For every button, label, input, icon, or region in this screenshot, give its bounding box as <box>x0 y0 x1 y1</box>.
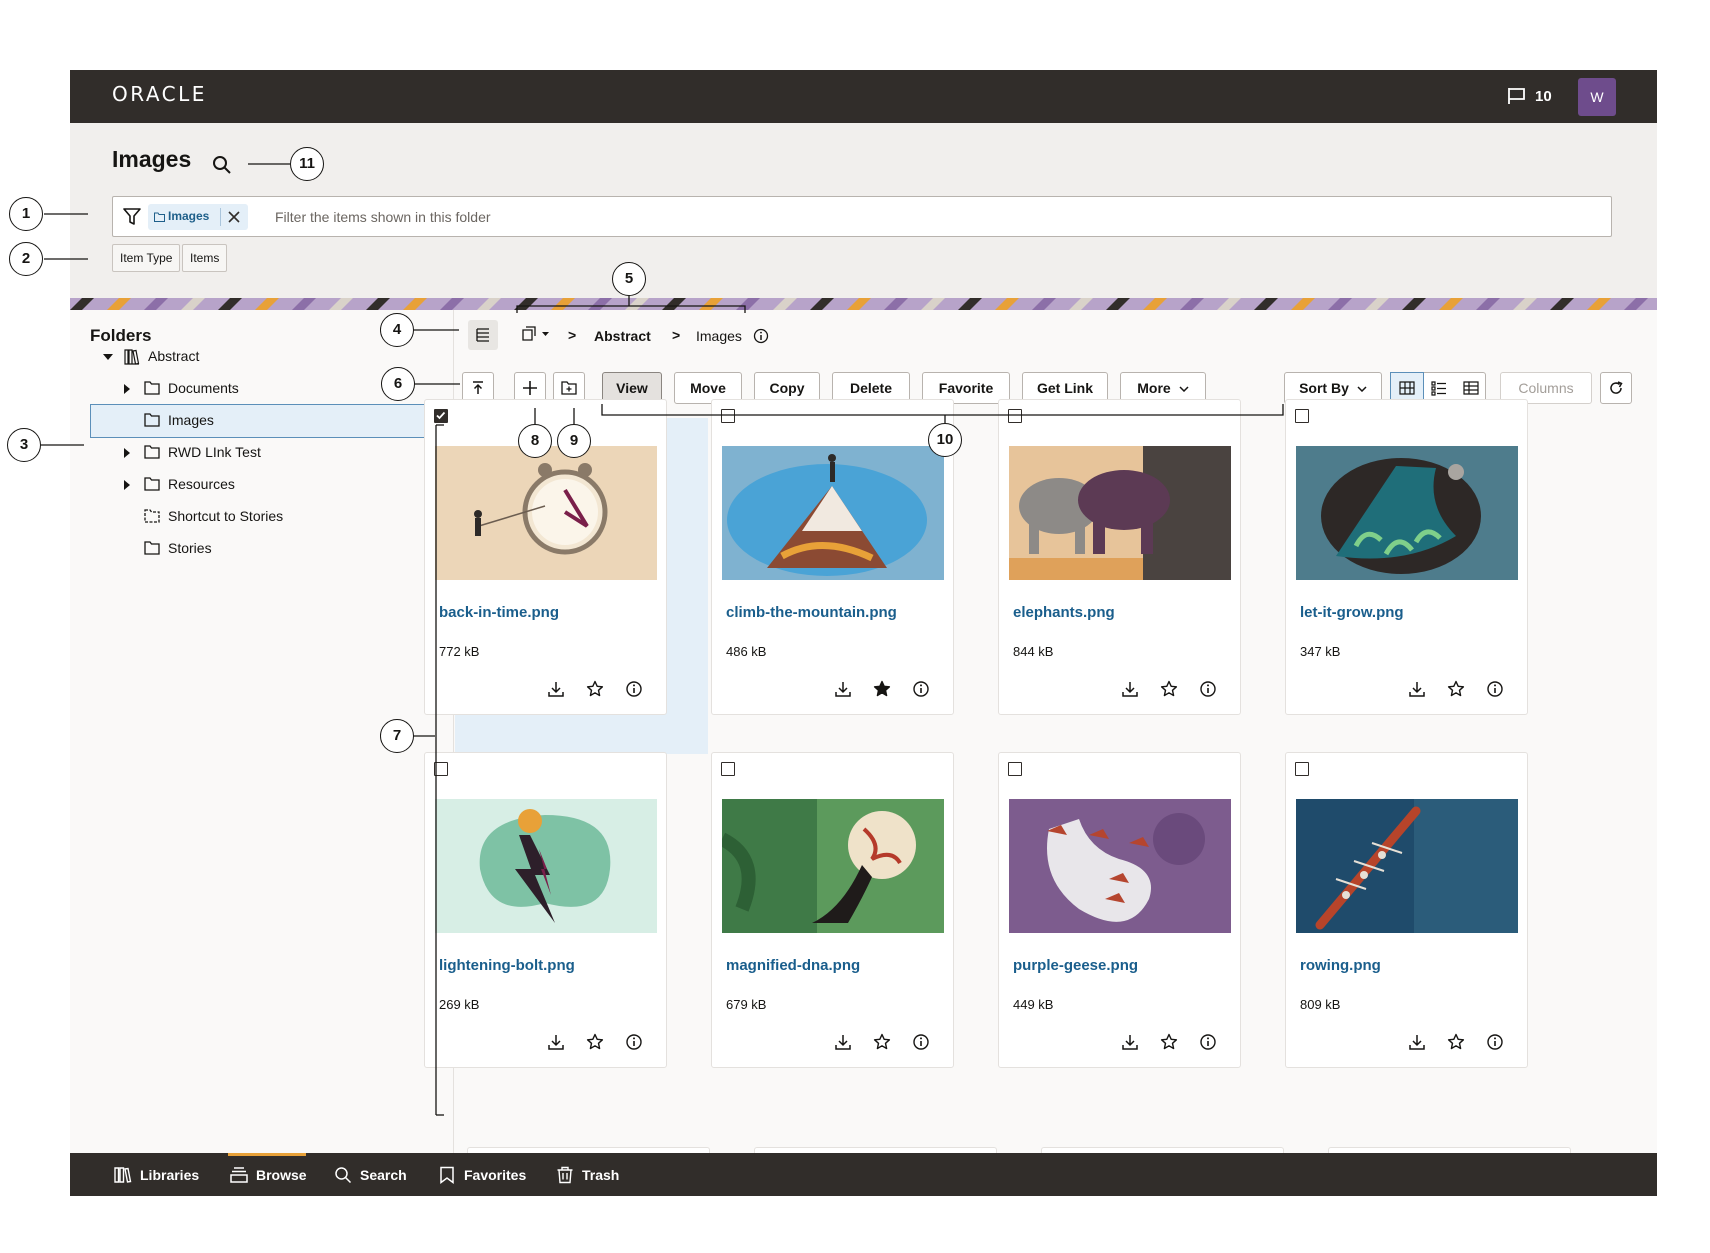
callout-5: 5 <box>612 262 646 296</box>
callout-1: 1 <box>9 197 43 231</box>
callout-6: 6 <box>381 367 415 401</box>
callout-11: 11 <box>290 147 324 181</box>
callout-9: 9 <box>557 424 591 458</box>
callout-8: 8 <box>518 424 552 458</box>
callout-2: 2 <box>9 242 43 276</box>
callout-10: 10 <box>928 423 962 457</box>
callout-7: 7 <box>380 719 414 753</box>
callout-3: 3 <box>7 428 41 462</box>
callout-4: 4 <box>380 313 414 347</box>
callout-leader-lines <box>41 163 1284 1116</box>
